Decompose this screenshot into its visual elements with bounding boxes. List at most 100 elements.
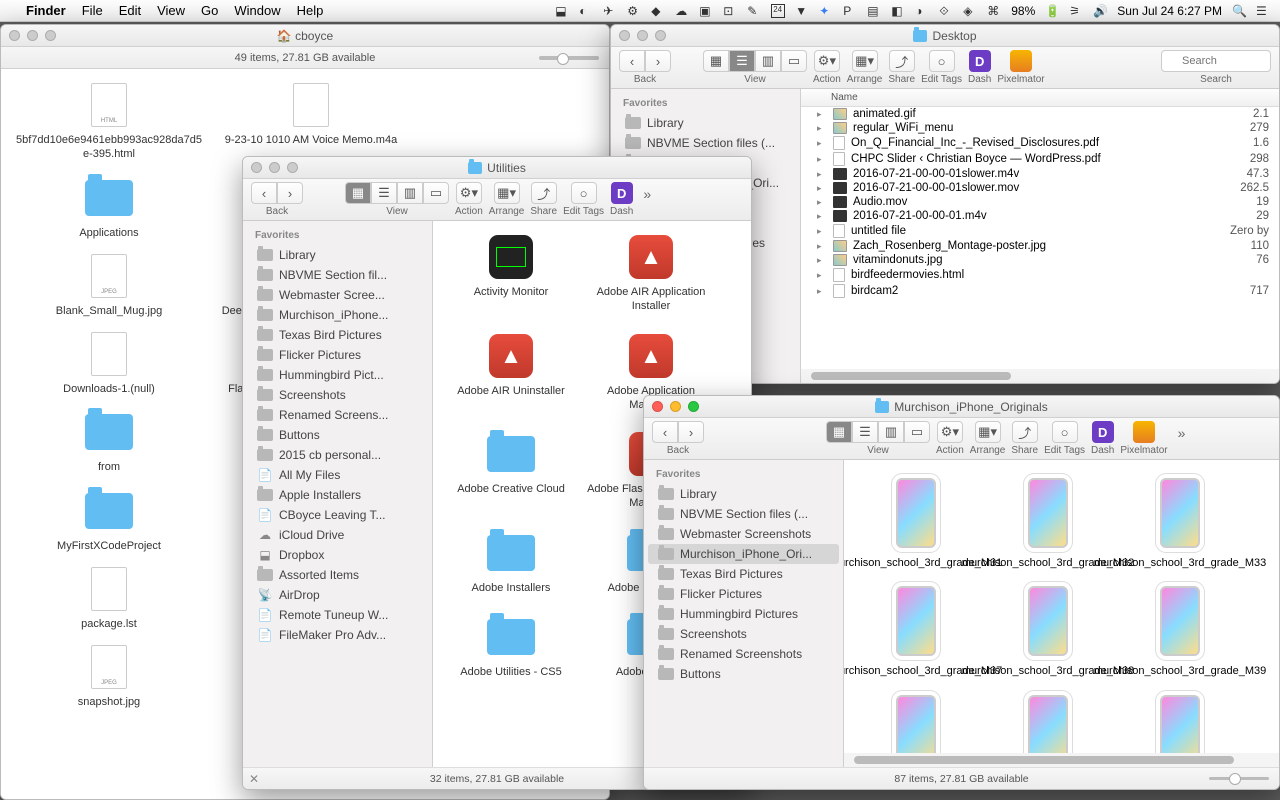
action-button[interactable]: ⚙▾ (937, 421, 963, 443)
menu-extra-icon[interactable]: ◑ (915, 4, 929, 18)
menu-window[interactable]: Window (234, 3, 280, 18)
sidebar-item[interactable]: Flicker Pictures (243, 345, 432, 365)
list-row[interactable]: ▸Audio.mov19 (801, 195, 1279, 209)
menu-extra-icon[interactable]: ◧ (891, 4, 905, 18)
minimize-button[interactable] (670, 401, 681, 412)
close-button[interactable] (9, 30, 20, 41)
disclosure-icon[interactable]: ▸ (817, 123, 827, 134)
app-item[interactable]: Adobe Creative Cloud (441, 426, 581, 515)
horizontal-scrollbar[interactable] (844, 753, 1279, 767)
pixelmator-icon[interactable] (1133, 421, 1155, 443)
titlebar[interactable]: Murchison_iPhone_Originals (644, 396, 1279, 418)
menu-extra-icon[interactable]: ◈ (963, 4, 977, 18)
app-name[interactable]: Finder (26, 3, 66, 18)
share-button[interactable]: ⤴ (889, 50, 915, 72)
dash-icon[interactable]: D (969, 50, 991, 72)
view-column-button[interactable]: ▥ (755, 50, 781, 72)
sidebar-item[interactable]: ⬓Dropbox (243, 545, 432, 565)
action-button[interactable]: ⚙▾ (456, 182, 482, 204)
list-row[interactable]: ▸2016-07-21-00-00-01.m4v29 (801, 209, 1279, 223)
disclosure-icon[interactable]: ▸ (817, 154, 827, 165)
finder-window-murchison[interactable]: Murchison_iPhone_Originals ‹› Back ▦ ☰ ▥… (643, 395, 1280, 790)
file-item[interactable]: Applications (9, 170, 209, 244)
disclosure-icon[interactable]: ▸ (817, 241, 827, 252)
action-button[interactable]: ⚙▾ (814, 50, 840, 72)
sidebar-item[interactable]: 2015 cb personal... (243, 445, 432, 465)
menu-go[interactable]: Go (201, 3, 218, 18)
battery-icon[interactable]: 🔋 (1045, 4, 1059, 18)
thumbnail-item[interactable]: murchison_school_3rd_grade_M38 (986, 578, 1110, 678)
menu-extra-icon[interactable]: ✦ (819, 4, 833, 18)
file-item[interactable]: Blank_Small_Mug.jpg (9, 248, 209, 322)
list-row[interactable]: ▸vitamindonuts.jpg76 (801, 253, 1279, 267)
sidebar-item[interactable]: Murchison_iPhone_Ori... (648, 544, 839, 564)
titlebar[interactable]: Desktop (611, 25, 1279, 47)
file-item[interactable]: Downloads-1.(null) (9, 326, 209, 400)
pixelmator-icon[interactable] (1010, 50, 1032, 72)
minimize-button[interactable] (637, 30, 648, 41)
sidebar-item[interactable]: Renamed Screenshots (644, 644, 843, 664)
menu-extra-icon[interactable]: ▣ (699, 4, 713, 18)
thumbnail-item[interactable]: murchison_school_3rd_grade_M33 (1118, 470, 1242, 570)
list-row[interactable]: ▸CHPC Slider ‹ Christian Boyce — WordPre… (801, 151, 1279, 167)
sidebar-item[interactable]: NBVME Section files (... (644, 504, 843, 524)
wifi-icon[interactable]: ⚞ (1069, 4, 1083, 18)
menu-view[interactable]: View (157, 3, 185, 18)
search-input[interactable] (1161, 50, 1271, 72)
sidebar-item[interactable]: Screenshots (243, 385, 432, 405)
thumbnail-item[interactable]: murchison_school_3rd_grade_M31 (854, 470, 978, 570)
volume-icon[interactable]: 🔊 (1093, 4, 1107, 18)
file-item[interactable]: from (9, 404, 209, 478)
sidebar-item[interactable]: Texas Bird Pictures (644, 564, 843, 584)
menu-extra-icon[interactable]: P (843, 4, 857, 18)
zoom-button[interactable] (655, 30, 666, 41)
dash-icon[interactable]: D (611, 182, 633, 204)
app-item[interactable]: ▲Adobe AIR Uninstaller (441, 328, 581, 417)
sidebar-item[interactable]: Flicker Pictures (644, 584, 843, 604)
view-column-button[interactable]: ▥ (878, 421, 904, 443)
tags-button[interactable]: ○ (571, 182, 597, 204)
sidebar-item[interactable]: NBVME Section files (... (611, 133, 800, 153)
menu-extra-icon[interactable]: ◐ (579, 4, 593, 18)
more-icon[interactable]: » (1174, 421, 1190, 445)
view-list-button[interactable]: ☰ (729, 50, 755, 72)
list-row[interactable]: ▸2016-07-21-00-00-01slower.mov262.5 (801, 181, 1279, 195)
view-column-button[interactable]: ▥ (397, 182, 423, 204)
app-item[interactable]: Activity Monitor (441, 229, 581, 318)
disclosure-icon[interactable]: ▸ (817, 226, 827, 237)
sidebar-item[interactable]: Library (611, 113, 800, 133)
disclosure-icon[interactable]: ▸ (817, 255, 827, 266)
view-list-button[interactable]: ☰ (852, 421, 878, 443)
titlebar[interactable]: Utilities (243, 157, 751, 179)
tags-button[interactable]: ○ (929, 50, 955, 72)
disclosure-icon[interactable]: ▸ (817, 169, 827, 180)
horizontal-scrollbar[interactable] (801, 369, 1279, 383)
file-item[interactable]: 9-23-10 1010 AM Voice Memo.m4a (211, 77, 411, 166)
sidebar-item[interactable]: Hummingbird Pict... (243, 365, 432, 385)
file-item[interactable]: snapshot.jpg (9, 639, 209, 713)
view-list-button[interactable]: ☰ (371, 182, 397, 204)
sidebar-item[interactable]: Webmaster Scree... (243, 285, 432, 305)
list-row[interactable]: ▸Zach_Rosenberg_Montage-poster.jpg110 (801, 239, 1279, 253)
sidebar-item[interactable]: Buttons (243, 425, 432, 445)
file-item[interactable]: 5bf7dd10e6e9461ebb993ac928da7d5e-395.htm… (9, 77, 209, 166)
app-item[interactable]: Adobe Utilities - CS5 (441, 609, 581, 683)
sidebar-item[interactable]: 📄FileMaker Pro Adv... (243, 625, 432, 645)
menu-extra-icon[interactable]: ☁ (675, 4, 689, 18)
menu-extra-icon[interactable]: ⊡ (723, 4, 737, 18)
arrange-button[interactable]: ▦▾ (975, 421, 1001, 443)
dropbox-menu-icon[interactable]: ⬓ (555, 4, 569, 18)
calendar-menu-icon[interactable]: 24 (771, 4, 785, 18)
view-icon-button[interactable]: ▦ (703, 50, 729, 72)
more-icon[interactable]: » (639, 182, 655, 206)
disclosure-icon[interactable]: ▸ (817, 109, 827, 120)
menu-extra-icon[interactable]: ◆ (651, 4, 665, 18)
menu-edit[interactable]: Edit (119, 3, 141, 18)
sidebar-item[interactable]: Screenshots (644, 624, 843, 644)
thumbnail-item[interactable]: murchison_school_3rd_grade_M37 (854, 578, 978, 678)
view-icon-button[interactable]: ▦ (826, 421, 852, 443)
view-icon-button[interactable]: ▦ (345, 182, 371, 204)
sidebar-item[interactable]: 📄CBoyce Leaving T... (243, 505, 432, 525)
list-row[interactable]: ▸animated.gif2.1 (801, 107, 1279, 121)
minimize-button[interactable] (269, 162, 280, 173)
